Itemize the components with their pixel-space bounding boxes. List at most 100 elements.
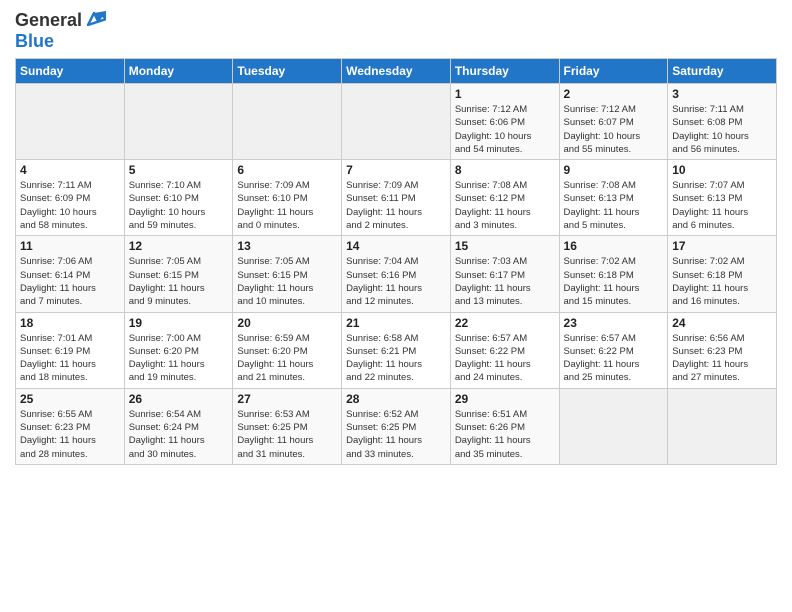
calendar-cell: [342, 84, 451, 160]
day-number: 20: [237, 316, 337, 330]
day-info: Sunrise: 6:52 AM Sunset: 6:25 PM Dayligh…: [346, 408, 446, 461]
calendar-cell: 10 Sunrise: 7:07 AM Sunset: 6:13 PM Dayli…: [668, 160, 777, 236]
day-info: Sunrise: 7:03 AM Sunset: 6:17 PM Dayligh…: [455, 255, 555, 308]
calendar-cell: 6 Sunrise: 7:09 AM Sunset: 6:10 PM Daylig…: [233, 160, 342, 236]
day-info: Sunrise: 6:54 AM Sunset: 6:24 PM Dayligh…: [129, 408, 229, 461]
calendar-cell: [668, 388, 777, 464]
calendar-cell: 29 Sunrise: 6:51 AM Sunset: 6:26 PM Dayli…: [450, 388, 559, 464]
day-info: Sunrise: 6:55 AM Sunset: 6:23 PM Dayligh…: [20, 408, 120, 461]
day-number: 15: [455, 239, 555, 253]
calendar-table: SundayMondayTuesdayWednesdayThursdayFrid…: [15, 58, 777, 465]
day-info: Sunrise: 7:06 AM Sunset: 6:14 PM Dayligh…: [20, 255, 120, 308]
day-number: 18: [20, 316, 120, 330]
calendar-cell: 20 Sunrise: 6:59 AM Sunset: 6:20 PM Dayli…: [233, 312, 342, 388]
calendar-header-row: SundayMondayTuesdayWednesdayThursdayFrid…: [16, 59, 777, 84]
day-info: Sunrise: 6:59 AM Sunset: 6:20 PM Dayligh…: [237, 332, 337, 385]
day-number: 14: [346, 239, 446, 253]
day-number: 23: [564, 316, 664, 330]
day-header-monday: Monday: [124, 59, 233, 84]
day-header-friday: Friday: [559, 59, 668, 84]
day-number: 4: [20, 163, 120, 177]
calendar-cell: 19 Sunrise: 7:00 AM Sunset: 6:20 PM Dayli…: [124, 312, 233, 388]
day-info: Sunrise: 7:07 AM Sunset: 6:13 PM Dayligh…: [672, 179, 772, 232]
calendar-cell: 21Sunrise: 6:58 AM Sunset: 6:21 PM Dayli…: [342, 312, 451, 388]
day-number: 1: [455, 87, 555, 101]
day-number: 6: [237, 163, 337, 177]
day-info: Sunrise: 7:12 AM Sunset: 6:07 PM Dayligh…: [564, 103, 664, 156]
day-header-tuesday: Tuesday: [233, 59, 342, 84]
day-info: Sunrise: 7:00 AM Sunset: 6:20 PM Dayligh…: [129, 332, 229, 385]
day-info: Sunrise: 7:08 AM Sunset: 6:12 PM Dayligh…: [455, 179, 555, 232]
day-info: Sunrise: 7:05 AM Sunset: 6:15 PM Dayligh…: [129, 255, 229, 308]
logo-blue-text: Blue: [15, 31, 54, 51]
logo: General Blue: [15, 10, 106, 52]
calendar-cell: 17 Sunrise: 7:02 AM Sunset: 6:18 PM Dayli…: [668, 236, 777, 312]
day-number: 22: [455, 316, 555, 330]
day-info: Sunrise: 7:02 AM Sunset: 6:18 PM Dayligh…: [672, 255, 772, 308]
calendar-cell: 26 Sunrise: 6:54 AM Sunset: 6:24 PM Dayli…: [124, 388, 233, 464]
day-number: 12: [129, 239, 229, 253]
calendar-cell: 24 Sunrise: 6:56 AM Sunset: 6:23 PM Dayli…: [668, 312, 777, 388]
day-header-saturday: Saturday: [668, 59, 777, 84]
calendar-cell: 25Sunrise: 6:55 AM Sunset: 6:23 PM Dayli…: [16, 388, 125, 464]
calendar-week-row: 18 Sunrise: 7:01 AM Sunset: 6:19 PM Dayli…: [16, 312, 777, 388]
calendar-cell: 8 Sunrise: 7:08 AM Sunset: 6:12 PM Daylig…: [450, 160, 559, 236]
day-info: Sunrise: 7:09 AM Sunset: 6:11 PM Dayligh…: [346, 179, 446, 232]
day-number: 13: [237, 239, 337, 253]
calendar-cell: 3 Sunrise: 7:11 AM Sunset: 6:08 PM Daylig…: [668, 84, 777, 160]
day-info: Sunrise: 7:10 AM Sunset: 6:10 PM Dayligh…: [129, 179, 229, 232]
day-number: 3: [672, 87, 772, 101]
logo-general: General: [15, 10, 82, 31]
day-info: Sunrise: 7:12 AM Sunset: 6:06 PM Dayligh…: [455, 103, 555, 156]
calendar-cell: 9Sunrise: 7:08 AM Sunset: 6:13 PM Daylig…: [559, 160, 668, 236]
day-info: Sunrise: 6:51 AM Sunset: 6:26 PM Dayligh…: [455, 408, 555, 461]
calendar-cell: 2 Sunrise: 7:12 AM Sunset: 6:07 PM Daylig…: [559, 84, 668, 160]
day-number: 29: [455, 392, 555, 406]
calendar-cell: 1 Sunrise: 7:12 AM Sunset: 6:06 PM Daylig…: [450, 84, 559, 160]
day-info: Sunrise: 7:09 AM Sunset: 6:10 PM Dayligh…: [237, 179, 337, 232]
day-number: 26: [129, 392, 229, 406]
day-number: 24: [672, 316, 772, 330]
calendar-cell: 16Sunrise: 7:02 AM Sunset: 6:18 PM Dayli…: [559, 236, 668, 312]
day-number: 5: [129, 163, 229, 177]
day-info: Sunrise: 7:11 AM Sunset: 6:09 PM Dayligh…: [20, 179, 120, 232]
day-info: Sunrise: 7:05 AM Sunset: 6:15 PM Dayligh…: [237, 255, 337, 308]
day-number: 10: [672, 163, 772, 177]
calendar-cell: 4 Sunrise: 7:11 AM Sunset: 6:09 PM Daylig…: [16, 160, 125, 236]
day-number: 19: [129, 316, 229, 330]
day-number: 28: [346, 392, 446, 406]
day-number: 2: [564, 87, 664, 101]
calendar-cell: 13 Sunrise: 7:05 AM Sunset: 6:15 PM Dayli…: [233, 236, 342, 312]
day-number: 8: [455, 163, 555, 177]
day-info: Sunrise: 7:11 AM Sunset: 6:08 PM Dayligh…: [672, 103, 772, 156]
calendar-cell: 22 Sunrise: 6:57 AM Sunset: 6:22 PM Dayli…: [450, 312, 559, 388]
calendar-week-row: 1 Sunrise: 7:12 AM Sunset: 6:06 PM Daylig…: [16, 84, 777, 160]
day-info: Sunrise: 6:57 AM Sunset: 6:22 PM Dayligh…: [564, 332, 664, 385]
calendar-cell: 28 Sunrise: 6:52 AM Sunset: 6:25 PM Dayli…: [342, 388, 451, 464]
day-number: 17: [672, 239, 772, 253]
day-number: 16: [564, 239, 664, 253]
calendar-cell: 12 Sunrise: 7:05 AM Sunset: 6:15 PM Dayli…: [124, 236, 233, 312]
day-header-thursday: Thursday: [450, 59, 559, 84]
day-info: Sunrise: 6:57 AM Sunset: 6:22 PM Dayligh…: [455, 332, 555, 385]
calendar-cell: 23 Sunrise: 6:57 AM Sunset: 6:22 PM Dayli…: [559, 312, 668, 388]
day-info: Sunrise: 6:53 AM Sunset: 6:25 PM Dayligh…: [237, 408, 337, 461]
day-info: Sunrise: 7:08 AM Sunset: 6:13 PM Dayligh…: [564, 179, 664, 232]
calendar-cell: [559, 388, 668, 464]
calendar-cell: 14 Sunrise: 7:04 AM Sunset: 6:16 PM Dayli…: [342, 236, 451, 312]
calendar-week-row: 25Sunrise: 6:55 AM Sunset: 6:23 PM Dayli…: [16, 388, 777, 464]
page-header: General Blue: [15, 10, 777, 52]
logo-bird-icon: [84, 11, 106, 29]
day-header-sunday: Sunday: [16, 59, 125, 84]
day-info: Sunrise: 6:56 AM Sunset: 6:23 PM Dayligh…: [672, 332, 772, 385]
day-header-wednesday: Wednesday: [342, 59, 451, 84]
day-info: Sunrise: 7:01 AM Sunset: 6:19 PM Dayligh…: [20, 332, 120, 385]
day-info: Sunrise: 7:04 AM Sunset: 6:16 PM Dayligh…: [346, 255, 446, 308]
calendar-cell: 18 Sunrise: 7:01 AM Sunset: 6:19 PM Dayli…: [16, 312, 125, 388]
calendar-cell: 11 Sunrise: 7:06 AM Sunset: 6:14 PM Dayli…: [16, 236, 125, 312]
calendar-cell: 7 Sunrise: 7:09 AM Sunset: 6:11 PM Daylig…: [342, 160, 451, 236]
calendar-week-row: 11 Sunrise: 7:06 AM Sunset: 6:14 PM Dayli…: [16, 236, 777, 312]
calendar-week-row: 4 Sunrise: 7:11 AM Sunset: 6:09 PM Daylig…: [16, 160, 777, 236]
day-number: 7: [346, 163, 446, 177]
day-number: 11: [20, 239, 120, 253]
